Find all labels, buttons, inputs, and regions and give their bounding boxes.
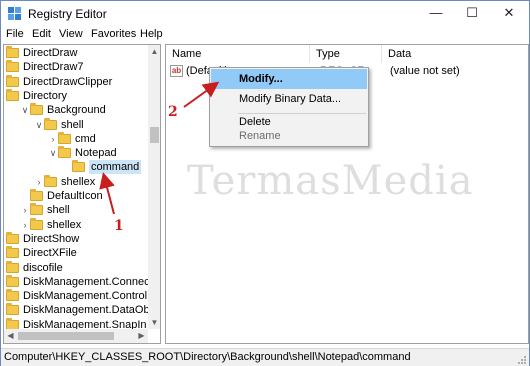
arrow-step-2 (183, 81, 220, 108)
annotation-label-1: 1 (114, 218, 124, 234)
annotation-label-2: 2 (168, 104, 178, 120)
annotation-arrows (99, 81, 220, 215)
arrow-step-1 (99, 172, 115, 215)
